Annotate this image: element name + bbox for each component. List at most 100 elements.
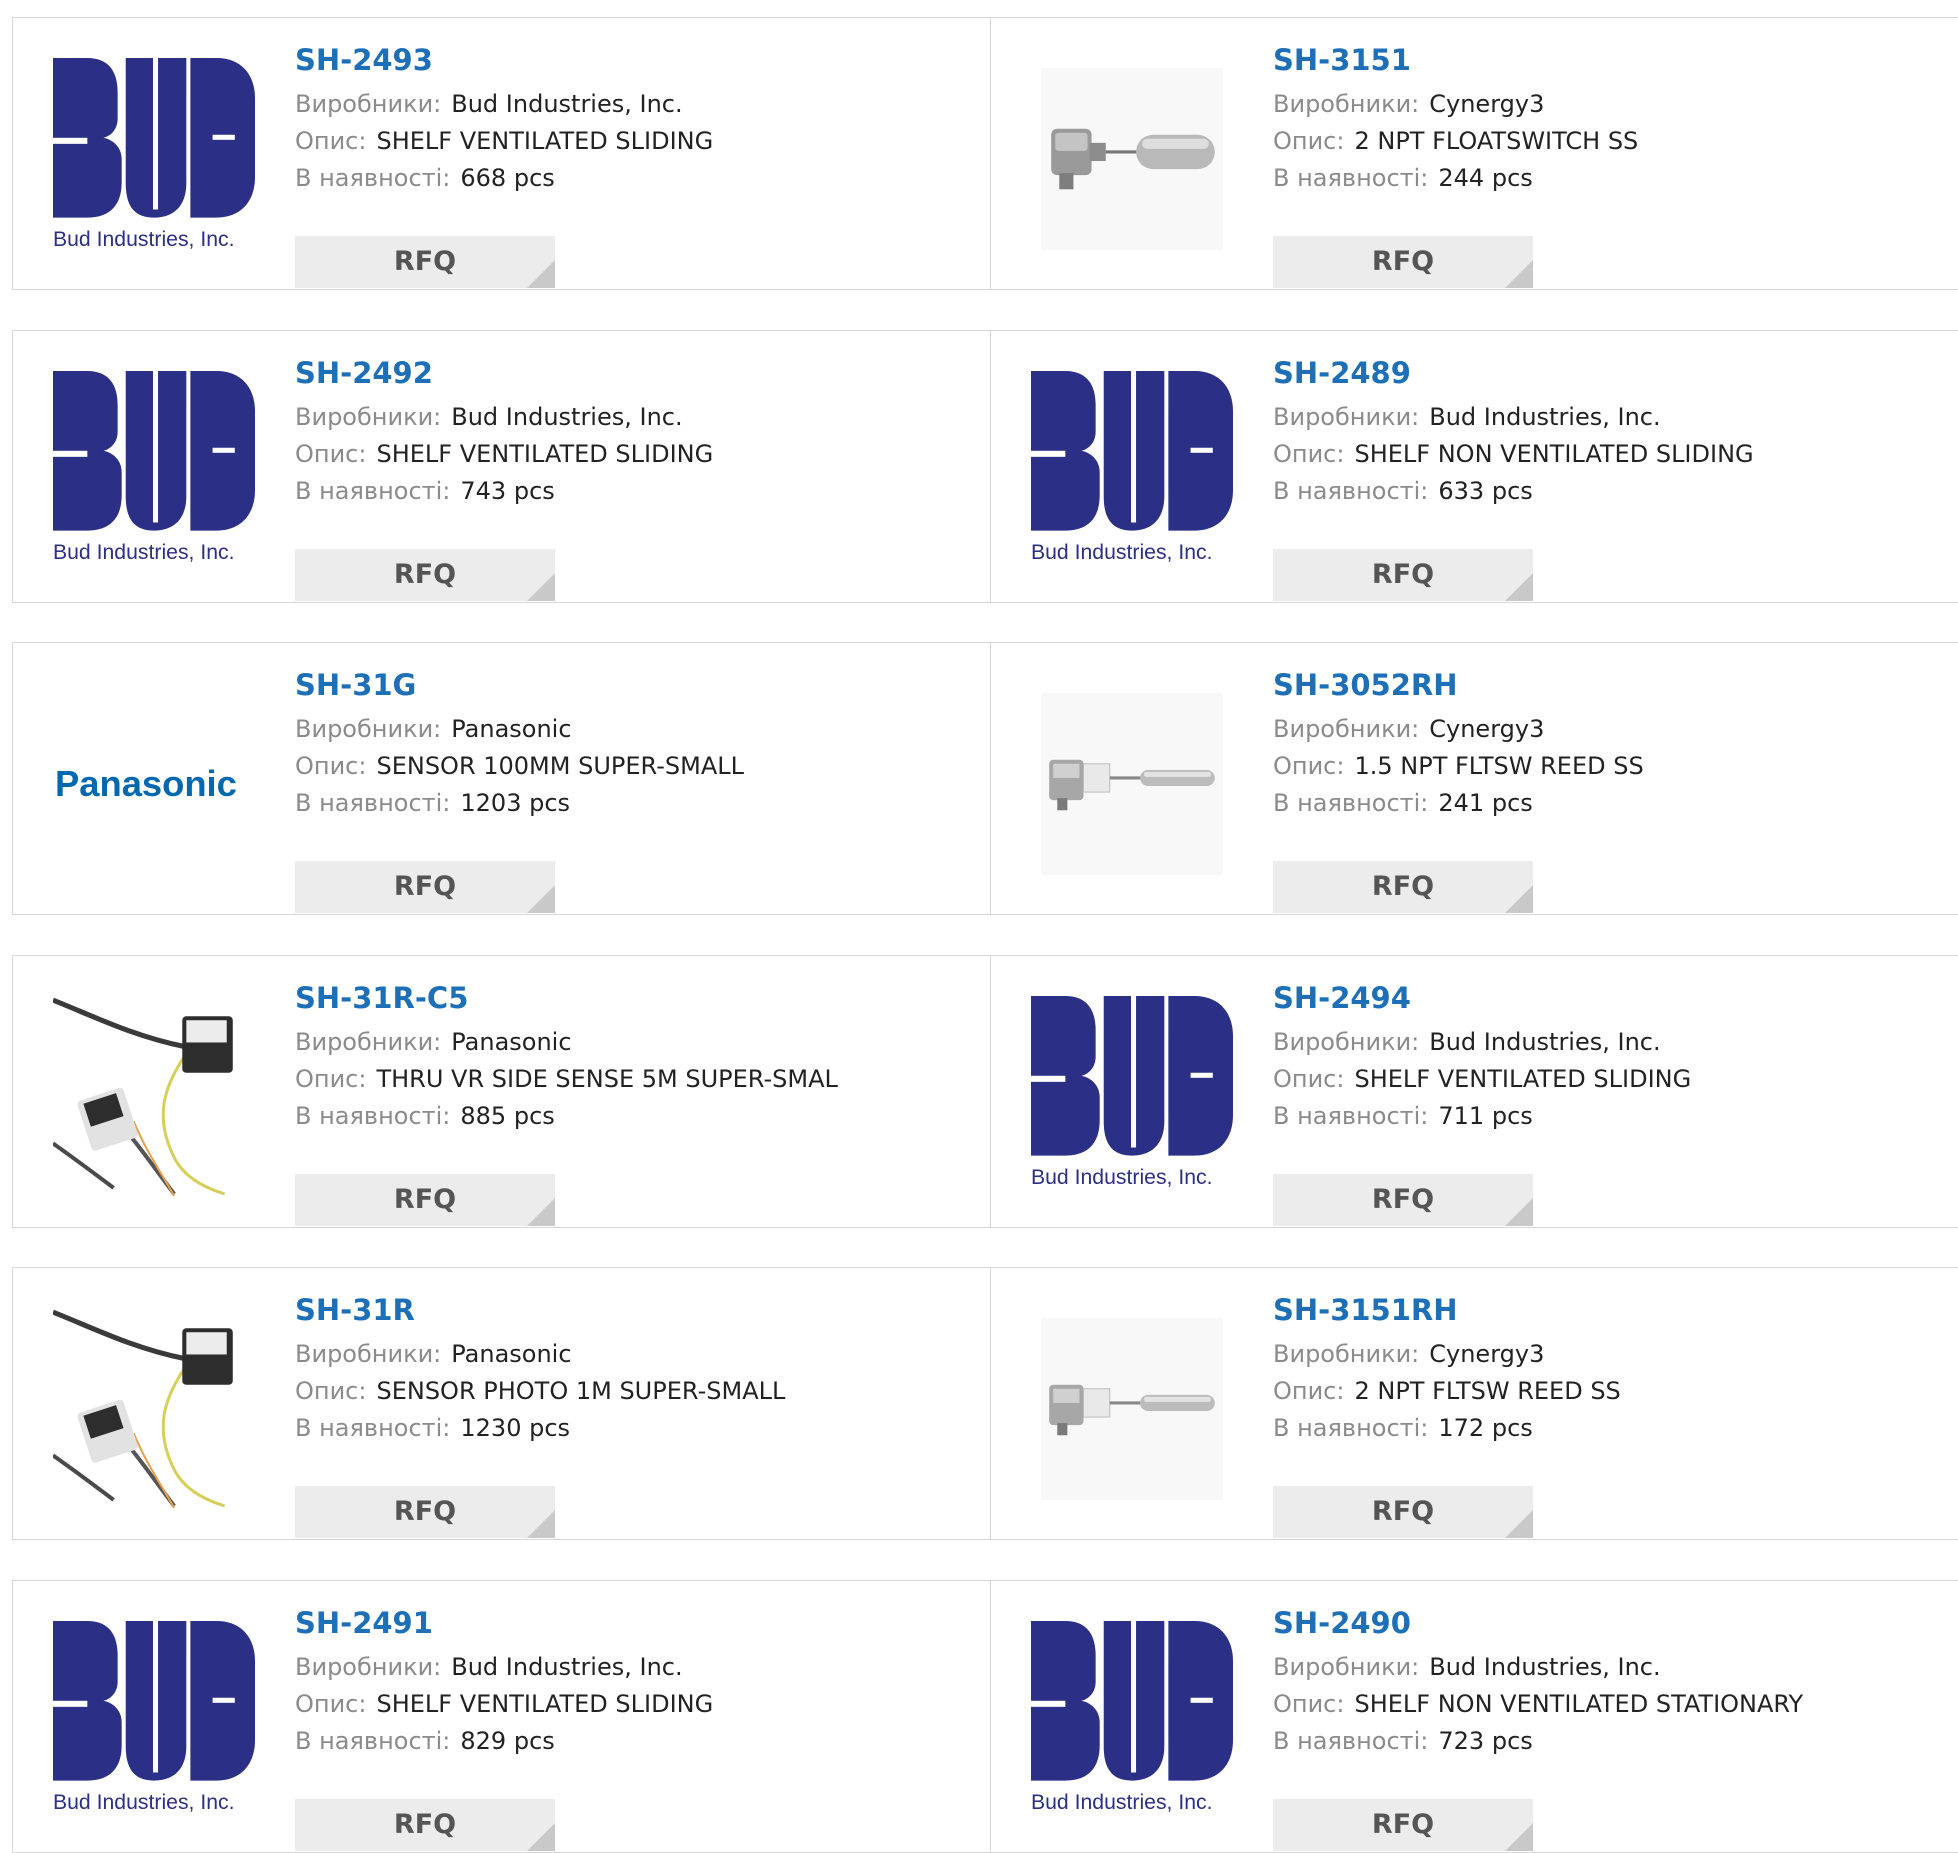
product-info: SH-2494 Виробники: Bud Industries, Inc. О… <box>1273 980 1958 1226</box>
rfq-label: RFQ <box>393 246 457 277</box>
stock-label: В наявності: <box>1273 476 1429 505</box>
product-info: SH-31R-C5 Виробники: Panasonic Опис: THRU … <box>295 980 981 1226</box>
description-row: Опис: SENSOR 100MM SUPER-SMALL <box>295 748 981 785</box>
rfq-button[interactable]: RFQ <box>1273 1173 1533 1226</box>
manufacturer-logo[interactable]: Bud Industries, Inc. <box>1031 995 1233 1198</box>
description-row: Опис: THRU VR SIDE SENSE 5M SUPER-SMAL <box>295 1061 981 1098</box>
rfq-button[interactable]: RFQ <box>295 1798 555 1851</box>
rfq-button[interactable]: RFQ <box>295 861 555 913</box>
stock-label: В наявності: <box>1273 1726 1429 1755</box>
rfq-button[interactable]: RFQ <box>1273 861 1533 913</box>
description-label: Опис: <box>295 1377 367 1405</box>
rfq-button[interactable]: RFQ <box>295 1486 555 1538</box>
manufacturer-logo[interactable]: Bud Industries, Inc. <box>1031 370 1233 573</box>
description-value: SHELF VENTILATED SLIDING <box>376 127 714 155</box>
stock-value: 1230 pcs <box>460 1414 571 1442</box>
product-card: SH-3151 Виробники: Cynergy3 Опис: 2 NPT FL… <box>990 17 1958 290</box>
manufacturer-logo[interactable]: Bud Industries, Inc. <box>1031 1620 1233 1823</box>
manufacturer-row: Виробники: Bud Industries, Inc. <box>295 1649 981 1686</box>
stock-label: В наявності: <box>1273 789 1429 817</box>
manufacturer-value: Panasonic <box>451 1027 572 1056</box>
manufacturer-label: Виробники: <box>1273 1652 1420 1681</box>
part-number-link[interactable]: SH-3151RH <box>1273 1292 1958 1328</box>
stock-row: В наявності: 172 pcs <box>1273 1410 1958 1447</box>
description-row: Опис: SHELF VENTILATED SLIDING <box>295 436 981 473</box>
part-number-link[interactable]: SH-31R-C5 <box>295 980 981 1016</box>
part-number-link[interactable]: SH-2494 <box>1273 980 1958 1016</box>
manufacturer-logo[interactable]: Bud Industries, Inc. <box>53 1620 255 1823</box>
description-label: Опис: <box>1273 1377 1345 1405</box>
product-card: SH-3052RH Виробники: Cynergy3 Опис: 1.5 NP… <box>990 642 1958 915</box>
part-number-link[interactable]: SH-2492 <box>295 355 981 391</box>
product-image[interactable] <box>51 996 255 1198</box>
rfq-button[interactable]: RFQ <box>295 548 555 601</box>
product-info: SH-2492 Виробники: Bud Industries, Inc. О… <box>295 355 981 601</box>
description-value: SHELF NON VENTILATED SLIDING <box>1354 439 1754 468</box>
part-number-link[interactable]: SH-2490 <box>1273 1605 1958 1641</box>
rfq-button[interactable]: RFQ <box>1273 1798 1533 1851</box>
rfq-button[interactable]: RFQ <box>1273 548 1533 601</box>
description-label: Опис: <box>1273 1064 1345 1093</box>
manufacturer-value: Cynergy3 <box>1429 90 1545 118</box>
description-row: Опис: SHELF VENTILATED SLIDING <box>1273 1061 1958 1098</box>
manufacturer-label: Виробники: <box>295 1027 442 1056</box>
part-number-link[interactable]: SH-2491 <box>295 1605 981 1641</box>
product-image[interactable] <box>1031 683 1233 885</box>
rfq-button[interactable]: RFQ <box>295 1173 555 1226</box>
corner-triangle-icon <box>527 572 555 601</box>
corner-triangle-icon <box>1505 1197 1533 1226</box>
manufacturer-logo[interactable]: Panasonic <box>53 683 255 885</box>
rfq-label: RFQ <box>1371 1808 1435 1840</box>
rfq-button[interactable]: RFQ <box>1273 236 1533 288</box>
part-number-link[interactable]: SH-31G <box>295 667 981 703</box>
manufacturer-label: Виробники: <box>295 1652 442 1681</box>
manufacturer-value: Bud Industries, Inc. <box>451 1652 683 1681</box>
corner-triangle-icon <box>527 885 555 913</box>
part-number-link[interactable]: SH-2493 <box>295 42 981 78</box>
corner-triangle-icon <box>527 1510 555 1538</box>
part-number-link[interactable]: SH-2489 <box>1273 355 1958 391</box>
stock-value: 723 pcs <box>1438 1726 1533 1755</box>
description-row: Опис: 2 NPT FLOATSWITCH SS <box>1273 123 1958 160</box>
corner-triangle-icon <box>527 260 555 288</box>
manufacturer-row: Виробники: Panasonic <box>295 711 981 748</box>
product-image[interactable] <box>51 1308 255 1510</box>
corner-triangle-icon <box>1505 1510 1533 1538</box>
corner-triangle-icon <box>527 1822 555 1851</box>
stock-label: В наявності: <box>295 789 451 817</box>
stock-row: В наявності: 241 pcs <box>1273 785 1958 822</box>
stock-row: В наявності: 711 pcs <box>1273 1098 1958 1135</box>
rfq-button[interactable]: RFQ <box>1273 1486 1533 1538</box>
rfq-button[interactable]: RFQ <box>295 236 555 288</box>
part-number-link[interactable]: SH-31R <box>295 1292 981 1328</box>
manufacturer-logo[interactable]: Bud Industries, Inc. <box>53 58 255 260</box>
manufacturer-row: Виробники: Panasonic <box>295 1024 981 1061</box>
stock-label: В наявності: <box>295 1101 451 1130</box>
description-row: Опис: SHELF NON VENTILATED SLIDING <box>1273 436 1958 473</box>
part-number-link[interactable]: SH-3052RH <box>1273 667 1958 703</box>
manufacturer-row: Виробники: Bud Industries, Inc. <box>1273 1024 1958 1061</box>
description-label: Опис: <box>295 127 367 155</box>
product-card: Bud Industries, Inc. SH-2493 Виробники: B… <box>12 17 992 290</box>
description-value: SENSOR PHOTO 1M SUPER-SMALL <box>376 1377 786 1405</box>
manufacturer-logo[interactable]: Bud Industries, Inc. <box>53 370 255 573</box>
description-row: Опис: SHELF VENTILATED SLIDING <box>295 123 981 160</box>
product-info: SH-31R Виробники: Panasonic Опис: SENSOR P… <box>295 1292 981 1538</box>
stock-row: В наявності: 244 pcs <box>1273 160 1958 197</box>
product-info: SH-31G Виробники: Panasonic Опис: SENSOR 1… <box>295 667 981 913</box>
logo-text: Panasonic <box>55 763 237 804</box>
product-image[interactable] <box>1031 58 1233 260</box>
manufacturer-row: Виробники: Cynergy3 <box>1273 86 1958 123</box>
product-card: Bud Industries, Inc. SH-2492 Виробники: B… <box>12 329 992 603</box>
description-label: Опис: <box>295 439 367 468</box>
product-image[interactable] <box>1031 1308 1233 1510</box>
manufacturer-label: Виробники: <box>1273 402 1420 431</box>
product-info: SH-3151 Виробники: Cynergy3 Опис: 2 NPT FL… <box>1273 42 1958 288</box>
product-card: Bud Industries, Inc. SH-2494 Виробники: B… <box>990 954 1958 1228</box>
rfq-label: RFQ <box>393 1496 457 1527</box>
manufacturer-value: Cynergy3 <box>1429 715 1545 743</box>
part-number-link[interactable]: SH-3151 <box>1273 42 1958 78</box>
product-card: SH-31R Виробники: Panasonic Опис: SENSOR P… <box>12 1267 992 1540</box>
description-value: THRU VR SIDE SENSE 5M SUPER-SMAL <box>376 1064 838 1093</box>
product-info: SH-2493 Виробники: Bud Industries, Inc. О… <box>295 42 981 288</box>
